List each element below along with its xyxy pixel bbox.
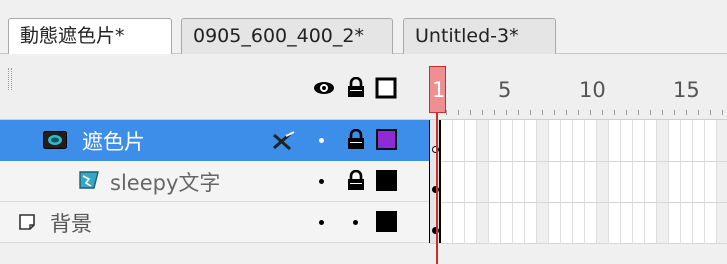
layer-name[interactable]: 背景 [50, 208, 92, 238]
visibility-dot[interactable] [319, 179, 324, 184]
timeline-panel: 1 5 10 15 [429, 54, 727, 264]
eye-icon[interactable] [312, 80, 336, 96]
ruler-tick [614, 110, 615, 115]
layer-color-box[interactable] [376, 211, 397, 232]
masked-layer-icon [79, 171, 99, 189]
tab-document-3[interactable]: Untitled-3* [403, 18, 556, 54]
ruler-tick [698, 110, 699, 115]
frame-number: 5 [498, 78, 512, 102]
lock-icon[interactable] [347, 170, 365, 190]
frame-cell[interactable] [705, 120, 717, 243]
frame-number: 15 [673, 78, 700, 102]
layer-color-box[interactable] [376, 170, 397, 191]
layer-row-background[interactable]: 背景 [0, 202, 429, 243]
layer-name[interactable]: sleepy文字 [110, 167, 220, 197]
lock-dot[interactable] [353, 220, 358, 225]
visibility-dot[interactable] [319, 220, 324, 225]
frame-cell[interactable] [621, 120, 633, 243]
outline-icon[interactable] [375, 77, 397, 99]
ruler-tick [542, 110, 543, 115]
layer-row-mask[interactable]: 遮色片 [0, 120, 429, 161]
lock-icon[interactable] [347, 77, 365, 97]
layer-name[interactable]: 遮色片 [82, 126, 145, 156]
ruler-tick [686, 110, 687, 115]
tab-document-1[interactable]: 動態遮色片* [8, 18, 172, 55]
frame-cell[interactable] [717, 120, 727, 243]
frame-cell[interactable] [561, 120, 573, 243]
ruler-tick [530, 110, 531, 115]
frame-cell[interactable] [537, 120, 549, 243]
ruler-tick [674, 110, 675, 115]
ruler-tick [650, 110, 651, 115]
frame-cell[interactable] [585, 120, 597, 243]
row-divider [429, 202, 727, 203]
frame-cell[interactable] [669, 120, 681, 243]
frame-cell[interactable] [453, 120, 465, 243]
ruler-tick [722, 110, 723, 115]
keyframe-column[interactable] [429, 120, 441, 243]
frame-cell[interactable] [633, 120, 645, 243]
frame-cell[interactable] [693, 120, 705, 243]
visibility-dot[interactable] [319, 138, 324, 143]
mask-layer-icon [43, 131, 67, 149]
frame-number: 10 [579, 78, 606, 102]
pencil-disabled-icon [273, 131, 295, 151]
ruler-tick [506, 110, 507, 115]
ruler-tick [518, 110, 519, 115]
layer-color-box[interactable] [376, 129, 397, 150]
ruler-tick [662, 110, 663, 115]
tab-label: Untitled-3* [415, 25, 519, 47]
frame-cell[interactable] [477, 120, 489, 243]
layer-page-icon [19, 214, 35, 230]
ruler-tick [578, 110, 579, 115]
tab-label: 動態遮色片* [20, 25, 125, 47]
frame-cell[interactable] [489, 120, 501, 243]
frame-cell[interactable] [657, 120, 669, 243]
ruler-tick [482, 110, 483, 115]
playhead-line[interactable] [436, 112, 438, 264]
timeline-footer [429, 244, 727, 264]
ruler-tick [602, 110, 603, 115]
frame-cell[interactable] [513, 120, 525, 243]
ruler-tick [446, 110, 447, 115]
frame-cell[interactable] [441, 120, 453, 243]
frame-cell[interactable] [681, 120, 693, 243]
ruler-tick [626, 110, 627, 115]
tab-document-2[interactable]: 0905_600_400_2* [181, 18, 393, 54]
frame-cell[interactable] [549, 120, 561, 243]
frame-cell[interactable] [645, 120, 657, 243]
ruler-tick [566, 110, 567, 115]
frame-cell[interactable] [525, 120, 537, 243]
ruler-tick [590, 110, 591, 115]
ruler-tick [638, 110, 639, 115]
document-tab-bar: 動態遮色片* 0905_600_400_2* Untitled-3* [0, 0, 727, 55]
layer-row-masked[interactable]: sleepy文字 [0, 161, 429, 202]
frame-cell[interactable] [597, 120, 609, 243]
frame-grid[interactable] [429, 120, 727, 243]
ruler-tick [710, 110, 711, 115]
tab-label: 0905_600_400_2* [193, 25, 364, 47]
lock-icon[interactable] [347, 129, 365, 149]
frame-cell[interactable] [465, 120, 477, 243]
ruler-tick [470, 110, 471, 115]
frame-number: 1 [432, 78, 446, 102]
frame-cell[interactable] [609, 120, 621, 243]
frame-cell[interactable] [573, 120, 585, 243]
panel-grip-handle[interactable] [8, 68, 12, 90]
row-divider [429, 161, 727, 162]
ruler-tick [554, 110, 555, 115]
frame-cell[interactable] [501, 120, 513, 243]
ruler-tick [494, 110, 495, 115]
ruler-tick [458, 110, 459, 115]
